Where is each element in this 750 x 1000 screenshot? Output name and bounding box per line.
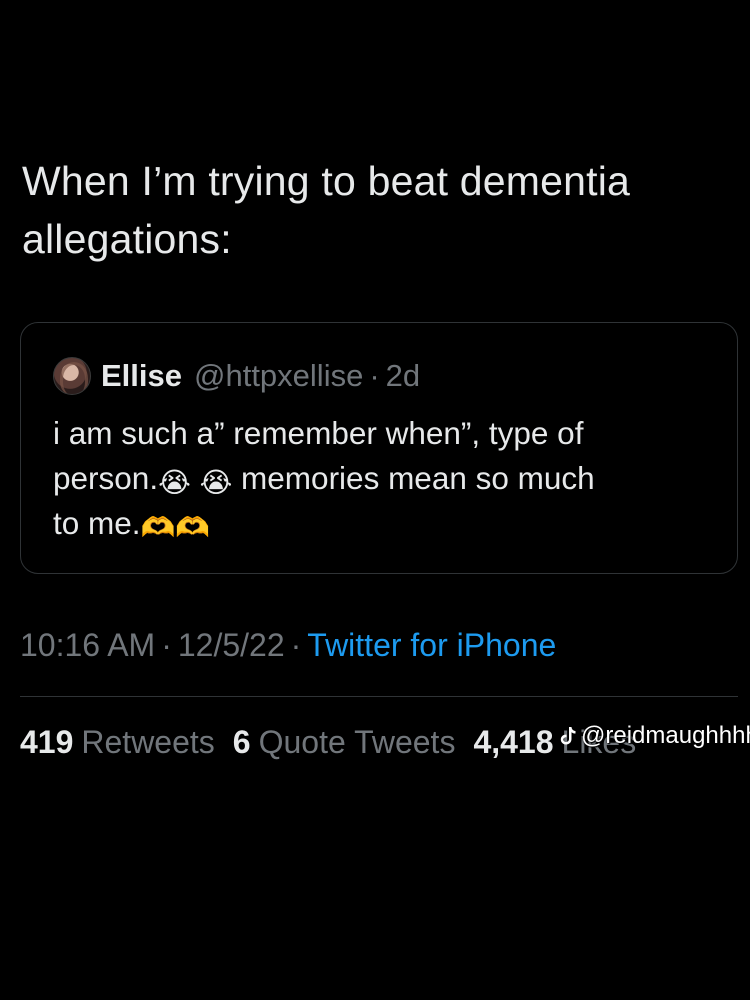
quoted-body-text: person.: [53, 460, 159, 496]
tiktok-watermark: @reidmaughhhhh: [560, 722, 750, 750]
quote-tweets-count: 6: [232, 724, 251, 760]
header-separator: ·: [369, 358, 380, 393]
tweet-text-line-2: allegations:: [22, 216, 232, 262]
quoted-body-text: to me.: [53, 505, 141, 541]
avatar[interactable]: [53, 357, 91, 395]
quoted-body-line-2: person.😭 😭 memories mean so much: [53, 456, 723, 501]
tweet-source-link[interactable]: Twitter for iPhone: [307, 627, 556, 663]
quote-tweets-stat[interactable]: 6 Quote Tweets: [233, 724, 474, 760]
tweet-meta: 10:16 AM · 12/5/22 · Twitter for iPhone: [20, 627, 556, 664]
quoted-body-text: memories mean so much: [241, 460, 595, 496]
tweet-text: When I’m trying to beat dementia allegat…: [22, 152, 737, 268]
retweets-stat[interactable]: 419 Retweets: [20, 724, 233, 760]
quoted-tweet-header: Ellise @httpxellise · 2d: [53, 357, 420, 395]
quote-tweets-label: Quote Tweets: [258, 724, 456, 760]
watermark-handle: @reidmaughhhhh: [581, 722, 750, 749]
divider: [20, 696, 738, 697]
heart-hands-icon: 🫶: [175, 512, 211, 543]
quoted-body-line-3: to me.🫶🫶: [53, 501, 723, 546]
likes-count: 4,418: [473, 724, 554, 760]
tiktok-icon: [560, 726, 576, 746]
retweets-count: 419: [20, 724, 74, 760]
heart-hands-icon: 🫶: [140, 512, 176, 543]
tweet-date[interactable]: 12/5/22: [178, 627, 285, 663]
quoted-tweet-body: i am such a” remember when”, type of per…: [53, 411, 723, 546]
quoted-body-line-1: i am such a” remember when”, type of: [53, 415, 584, 451]
retweets-label: Retweets: [81, 724, 215, 760]
tweet-text-line-1: When I’m trying to beat dementia: [22, 158, 631, 204]
tweet-time[interactable]: 10:16 AM: [20, 627, 155, 663]
crying-face-icon: 😭: [199, 467, 233, 498]
quoted-tweet-card[interactable]: Ellise @httpxellise · 2d i am such a” re…: [20, 322, 738, 574]
quoted-author-name[interactable]: Ellise: [101, 358, 182, 394]
quoted-tweet-time[interactable]: 2d: [386, 358, 420, 394]
meta-separator: ·: [290, 627, 302, 663]
crying-face-icon: 😭: [158, 467, 191, 498]
meta-separator: ·: [161, 627, 172, 663]
quoted-author-handle[interactable]: @httpxellise: [194, 358, 363, 394]
